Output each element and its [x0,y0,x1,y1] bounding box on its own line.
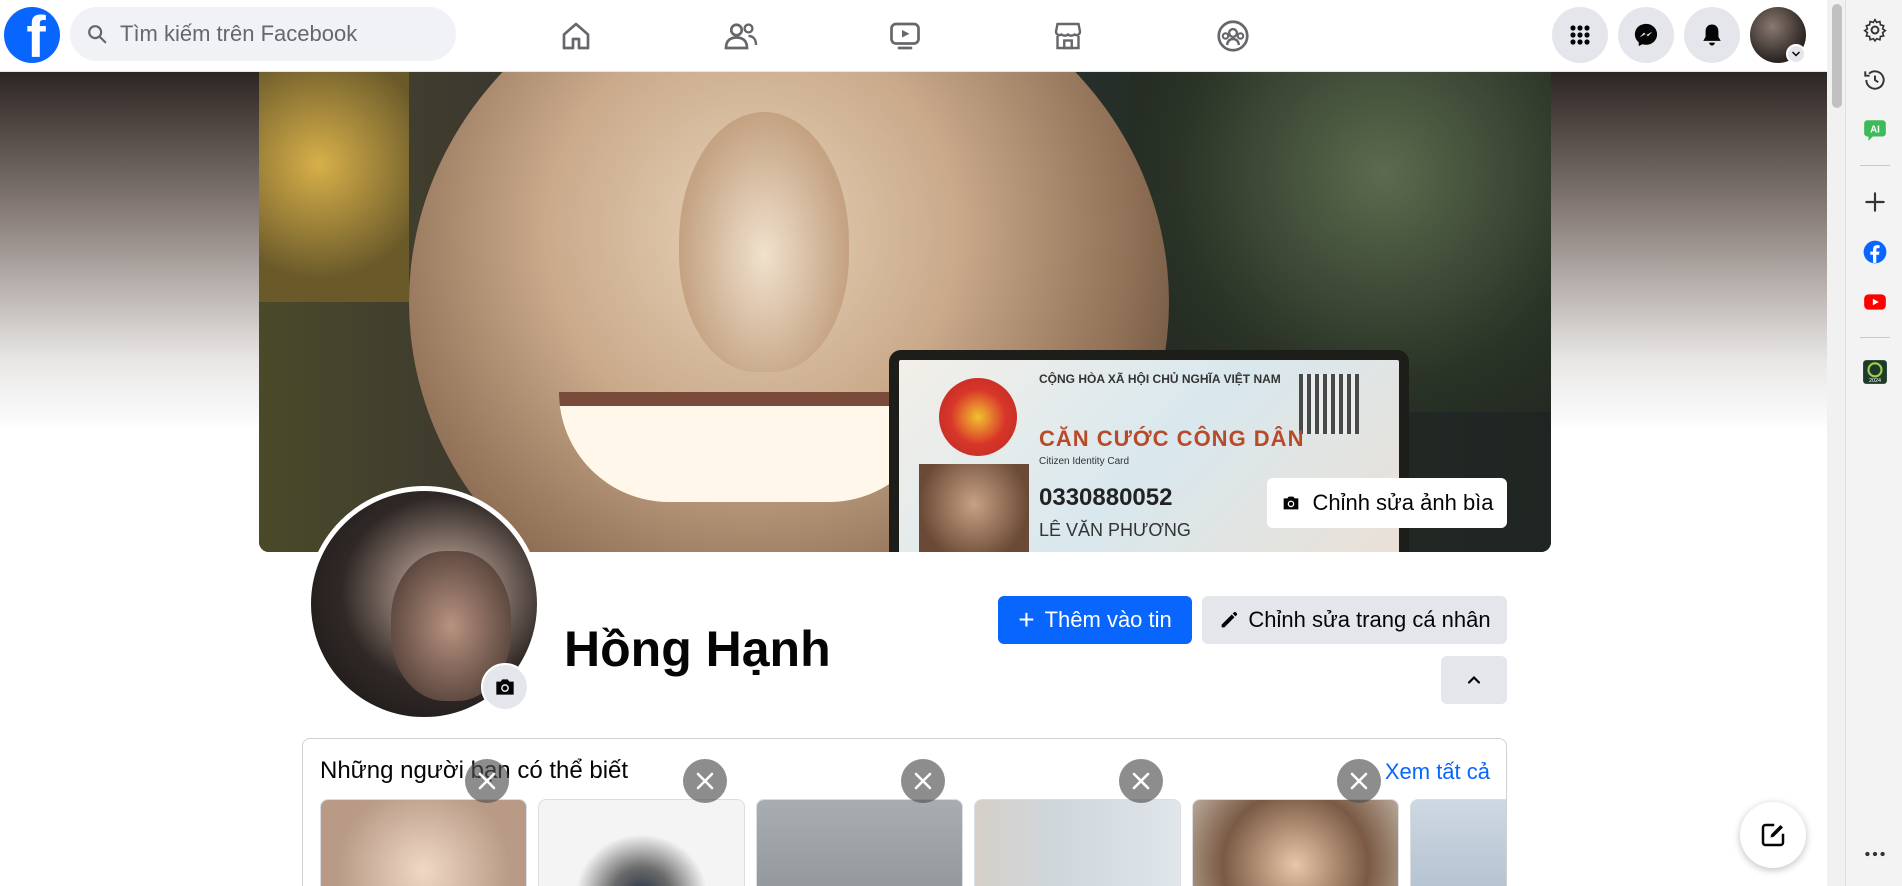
compose-icon [1761,823,1785,847]
nav-groups-button[interactable] [1205,10,1261,62]
id-card-number: 0330880052 [1039,484,1173,511]
new-message-button[interactable] [1740,802,1806,868]
add-icon [1865,192,1885,212]
dismiss-suggestion-button[interactable] [683,759,727,803]
search-input[interactable] [120,21,440,47]
notifications-icon [1703,24,1721,46]
menu-button[interactable] [1552,7,1608,63]
messenger-button[interactable] [1618,7,1674,63]
svg-text:AI: AI [1870,125,1880,136]
facebook-logo-icon[interactable]: f [4,7,60,63]
update-profile-picture-button[interactable] [481,663,529,711]
sidebar-divider [1860,337,1890,338]
dismiss-suggestion-button[interactable] [1337,759,1381,803]
search-box[interactable] [70,7,456,61]
close-icon [478,772,496,790]
more-icon [1865,851,1885,857]
app-2024-icon: 2024 [1863,360,1887,384]
dismiss-suggestion-button[interactable] [901,759,945,803]
marketplace-icon [1054,22,1082,50]
id-card-name: LÊ VĂN PHƯƠNG [1039,520,1191,540]
edit-profile-label: Chỉnh sửa trang cá nhân [1248,607,1491,632]
groups-icon [1217,20,1249,52]
chevron-up-icon [1467,675,1481,684]
scrollbar-thumb[interactable] [1832,4,1842,108]
sidebar-settings-button[interactable] [1859,14,1891,46]
chevron-down-icon [1791,51,1801,57]
sidebar-facebook-button[interactable] [1859,236,1891,268]
top-navigation-bar: f [0,0,1827,72]
cover-light-area [259,72,409,302]
sidebar-add-button[interactable] [1859,186,1891,218]
qr-code-icon [1299,374,1359,434]
edit-cover-label: Chỉnh sửa ảnh bìa [1312,490,1494,515]
svg-text:2024: 2024 [1869,378,1881,384]
nav-home-button[interactable] [548,10,604,62]
profile-name: Hồng Hạnh [564,621,831,677]
id-card-title: CĂN CƯỚC CÔNG DÂN [1039,426,1305,451]
menu-grid-icon [1570,25,1590,45]
close-icon [696,772,714,790]
edit-profile-button[interactable]: Chỉnh sửa trang cá nhân [1202,596,1507,644]
sidebar-more-button[interactable] [1859,838,1891,870]
close-icon [1350,772,1368,790]
messenger-icon [1634,23,1658,47]
home-icon [562,22,590,50]
nav-video-button[interactable] [877,10,933,62]
cover-face-detail [679,112,849,372]
history-icon [1864,70,1885,90]
add-to-story-button[interactable]: + Thêm vào tin [998,596,1192,644]
youtube-icon [1864,294,1886,310]
facebook-icon [1863,240,1887,264]
sidebar-youtube-button[interactable] [1859,286,1891,318]
camera-icon [1284,496,1299,510]
camera-icon [496,679,514,695]
notifications-button[interactable] [1684,7,1740,63]
pencil-icon [1222,611,1238,628]
sidebar-app-button[interactable]: 2024 [1859,356,1891,388]
search-icon [88,25,107,44]
edit-cover-button[interactable]: Chỉnh sửa ảnh bìa [1267,478,1507,528]
settings-icon [1863,18,1887,43]
see-all-link[interactable]: Xem tất cả [1385,759,1490,785]
add-to-story-label: Thêm vào tin [1044,607,1172,632]
cover-smile [559,392,939,502]
collapse-suggestions-button[interactable] [1441,656,1507,704]
id-card-photo [919,464,1029,552]
friends-icon [724,23,758,50]
suggestion-card[interactable] [1192,799,1399,886]
people-you-may-know-panel: Những người bạn có thể biết Xem tất cả [302,738,1507,886]
video-icon [890,22,920,50]
dismiss-suggestion-button[interactable] [465,759,509,803]
nav-marketplace-button[interactable] [1040,10,1096,62]
sidebar-ai-button[interactable]: AI [1859,114,1891,146]
id-card-subtitle: Citizen Identity Card [1039,456,1130,467]
sidebar-divider [1860,165,1890,166]
page-scrollbar[interactable] [1827,0,1845,886]
ai-icon: AI [1864,120,1886,141]
suggestion-card[interactable] [1410,799,1506,886]
nav-friends-button[interactable] [713,10,769,62]
sidebar-history-button[interactable] [1859,64,1891,96]
id-card-heading: CỘNG HÒA XÃ HỘI CHỦ NGHĨA VIỆT NAM [1039,372,1281,386]
close-icon [1132,772,1150,790]
suggestion-card[interactable] [756,799,963,886]
plus-icon: + [1018,604,1035,635]
suggestion-card[interactable] [538,799,745,886]
suggestion-card[interactable] [974,799,1181,886]
suggestion-card[interactable] [320,799,527,886]
national-emblem-icon [939,378,1017,456]
account-menu-button[interactable] [1786,44,1806,64]
dismiss-suggestion-button[interactable] [1119,759,1163,803]
logo-letter: f [26,7,46,64]
close-icon [914,772,932,790]
